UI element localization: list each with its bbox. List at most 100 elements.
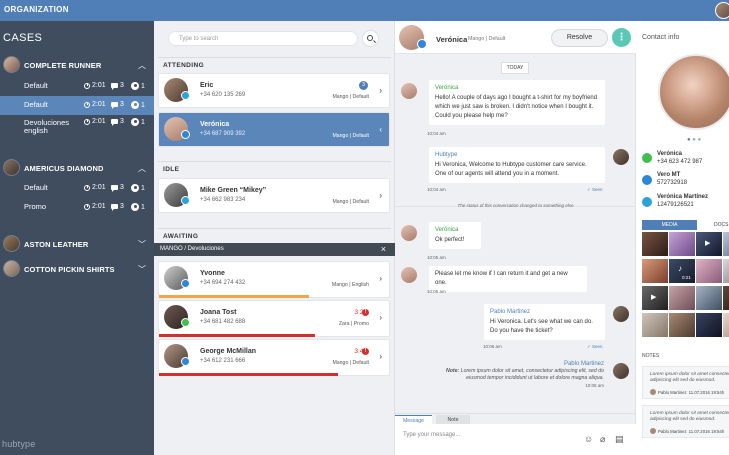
conversation-card-selected[interactable]: Verónica +34 687 909 392 Mango | Default…: [158, 112, 390, 147]
message-input[interactable]: Type your message...: [403, 432, 460, 438]
queue-row[interactable]: Default 2:01 3 1: [0, 179, 154, 198]
chat-bubble-icon: [111, 83, 118, 90]
case-group-aston-leather[interactable]: ASTON LEATHER ﹀: [0, 233, 154, 257]
carousel-dot[interactable]: ●: [698, 137, 702, 143]
message-incoming: Please let me know if I can return it an…: [429, 266, 587, 292]
tab-media[interactable]: MEDIA: [642, 220, 697, 230]
chevron-down-icon[interactable]: ﹀: [138, 264, 146, 275]
quick-reply-icon[interactable]: ▤: [615, 434, 624, 445]
queue-users: 1: [131, 82, 145, 90]
chevron-up-icon[interactable]: ︿: [138, 60, 146, 71]
chevron-up-icon[interactable]: ︿: [138, 163, 146, 174]
queue-label: Mango | Default: [332, 360, 369, 366]
media-thumbnail[interactable]: [642, 232, 668, 256]
media-thumbnail[interactable]: ▶: [696, 232, 722, 256]
chevron-right-icon: ›: [379, 191, 382, 200]
message-text: Hi Veronica. Let's see what we can do. D…: [490, 319, 593, 334]
note-card[interactable]: Lorem ipsum dolor sit amet consectetur a…: [642, 405, 729, 438]
carousel-dot-active[interactable]: ●: [687, 137, 691, 143]
message-composer[interactable]: Type your message... ☺ ⌀ ▤: [395, 424, 636, 455]
queue-messages: 3: [111, 203, 124, 211]
resolve-button[interactable]: Resolve: [551, 29, 608, 47]
user-icon: [131, 118, 139, 126]
media-thumbnail[interactable]: [696, 286, 722, 310]
alert-icon: !: [362, 348, 369, 355]
channel-phone: 572732918: [657, 180, 688, 186]
media-thumbnail[interactable]: [669, 286, 695, 310]
user-count: 1: [141, 203, 145, 211]
chevron-down-icon[interactable]: ﹀: [138, 239, 146, 250]
queue-row[interactable]: Default 2:01 3 1: [0, 77, 154, 96]
message-text: Ok perfect!: [435, 237, 465, 243]
notes-title: NOTES: [642, 353, 660, 359]
emoji-icon[interactable]: ☺: [584, 434, 593, 444]
media-thumbnail[interactable]: [696, 259, 722, 283]
queue-row[interactable]: Promo 2:01 3 1: [0, 198, 154, 217]
message-text: Hello! A couple of days ago I bought a t…: [435, 95, 598, 119]
organization-label[interactable]: ORGANIZATION: [4, 5, 69, 14]
queue-users: 1: [131, 101, 145, 109]
clock-icon: [84, 184, 90, 191]
queue-messages: 3: [111, 82, 124, 90]
queue-row[interactable]: Devoluciones english 2:01 3 1: [0, 116, 154, 138]
close-icon[interactable]: ×: [381, 244, 386, 254]
messenger-icon: [181, 130, 190, 139]
conversation-card[interactable]: Joana Tost +34 681 482 688 3:24 ! Zara |…: [158, 300, 390, 337]
media-thumbnail[interactable]: [669, 313, 695, 337]
clock-icon: [84, 118, 90, 125]
group-avatar: [3, 56, 20, 73]
chevron-right-icon: ›: [379, 86, 382, 95]
carousel-dot[interactable]: ●: [692, 137, 696, 143]
hubtype-logo: hubtype: [2, 439, 36, 449]
message-time: 10:05 am: [427, 255, 446, 260]
user-icon: [131, 82, 139, 90]
note-text: Lorem ipsum dolor sit amet consectetur a…: [650, 411, 729, 422]
message-incoming: Verónica Hello! A couple of days ago I b…: [429, 80, 605, 125]
media-thumbnail[interactable]: [723, 286, 729, 310]
media-thumbnail[interactable]: [723, 313, 729, 337]
contact-photo: [658, 54, 729, 130]
contact-avatar: [401, 267, 417, 283]
user-avatar[interactable]: [715, 2, 729, 19]
media-thumbnail[interactable]: [723, 232, 729, 256]
media-thumbnail[interactable]: [696, 313, 722, 337]
queue-stats: 2:01: [84, 184, 106, 191]
case-group-complete-runner[interactable]: COMPLETE RUNNER ︿: [0, 54, 154, 78]
chat-queue: Mango | Default: [468, 36, 506, 42]
search-input[interactable]: Type to search: [168, 31, 358, 46]
message-text: Hi Veronica, Welcome to Hubtype customer…: [435, 162, 587, 177]
media-thumbnail[interactable]: [642, 259, 668, 283]
attachment-icon[interactable]: ⌀: [600, 434, 605, 445]
conversation-card[interactable]: George McMillan +34 612 231 666 3:41 ! M…: [158, 339, 390, 376]
cases-title: CASES: [3, 32, 43, 44]
media-thumbnail[interactable]: [669, 232, 695, 256]
media-thumbnail[interactable]: ▶: [642, 286, 668, 310]
note-text: Lorem ipsum dolor sit amet, consectetur …: [460, 368, 604, 381]
message-outgoing: Hubtype Hi Veronica, Welcome to Hubtype …: [429, 147, 605, 183]
agent-avatar: [613, 306, 629, 322]
case-group-cotton-pickin-shirts[interactable]: COTTON PICKIN SHIRTS ﹀: [0, 258, 154, 282]
queue-row-selected[interactable]: Default 2:01 3 1: [0, 96, 154, 115]
case-group-americus-diamond[interactable]: AMERICUS DIAMOND ︿: [0, 157, 154, 181]
search-button[interactable]: [362, 30, 379, 47]
internal-note: Pablo Martinez Note: Lorem ipsum dolor s…: [439, 361, 604, 389]
contact-name: Joana Tost: [200, 309, 237, 316]
message-count: 3: [120, 203, 124, 210]
more-options-icon[interactable]: ⋮: [612, 28, 631, 47]
conversation-card[interactable]: Mike Green “Mikey” +34 662 983 234 Mango…: [158, 178, 390, 213]
channel-name: Verónica: [657, 151, 683, 157]
media-thumbnail[interactable]: [723, 259, 729, 283]
user-count: 1: [141, 101, 145, 109]
clock-icon: [84, 203, 90, 210]
conversation-card[interactable]: Eric +34 620 135 269 3 Mango | Default ›: [158, 73, 390, 108]
queue-time: 2:01: [92, 184, 106, 191]
messenger-icon: [181, 357, 190, 366]
conversation-card[interactable]: Yvonne +34 694 274 432 Mango | English ›: [158, 261, 390, 298]
note-card[interactable]: Lorem ipsum dolor sit amet consectetur a…: [642, 366, 729, 399]
media-thumbnail[interactable]: ♪ 0:21: [669, 259, 695, 283]
channel-phone: 12479126521: [657, 202, 694, 208]
carousel-dots[interactable]: ● ● ●: [687, 137, 701, 143]
media-thumbnail[interactable]: [642, 313, 668, 337]
tab-docs[interactable]: DOCS: [700, 220, 729, 230]
chat-contact-name: Verónica: [436, 35, 468, 44]
